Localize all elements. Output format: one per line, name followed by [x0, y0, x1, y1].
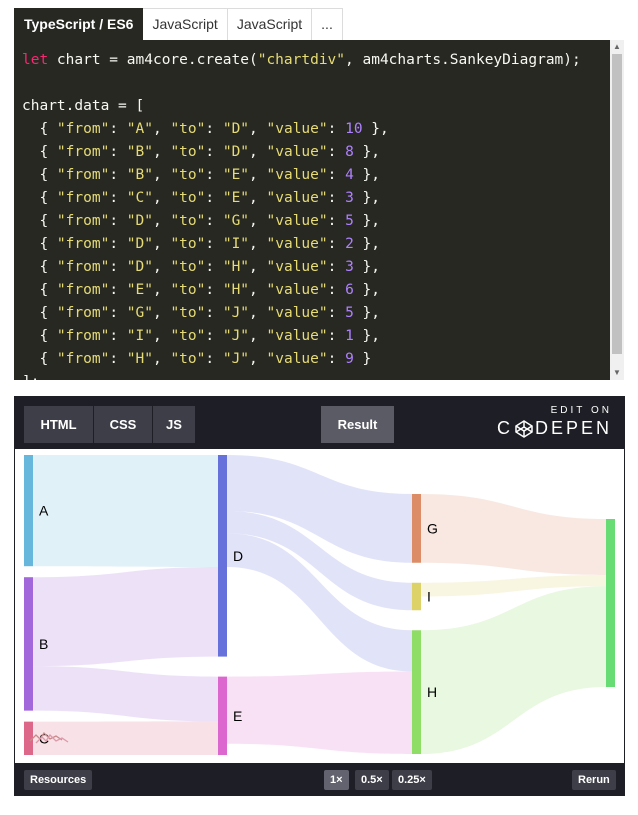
code-last-line: ]; [22, 374, 39, 380]
sankey-node-e[interactable] [218, 676, 227, 755]
sankey-link-b-e[interactable] [33, 666, 218, 722]
sankey-links [33, 455, 606, 755]
code-row: { "from": "D", "to": "I", "value": 2 }, [22, 236, 381, 252]
sankey-node-label-h: H [427, 684, 437, 700]
pen-footer: Resources 1× 0.5× 0.25× Rerun [15, 765, 624, 795]
zoom-1x-button[interactable]: 1× [324, 770, 349, 790]
code-row: { "from": "D", "to": "G", "value": 5 }, [22, 213, 381, 229]
scroll-up-icon[interactable]: ▲ [610, 40, 624, 54]
scroll-down-icon[interactable]: ▼ [610, 366, 624, 380]
pen-header: HTML CSS JS Result EDIT ON C DEPEN [15, 397, 624, 447]
code-line-1: let chart = am4core.create("chartdiv", a… [22, 52, 581, 68]
code-tab-bar: TypeScript / ES6 JavaScript JavaScript .… [14, 8, 343, 40]
edit-on-codepen-link[interactable]: EDIT ON C DEPEN [497, 405, 612, 439]
sankey-link-a-d[interactable] [33, 455, 218, 567]
sankey-node-label-g: G [427, 520, 438, 536]
code-row: { "from": "A", "to": "D", "value": 10 }, [22, 121, 389, 137]
sankey-link-e-h[interactable] [227, 671, 412, 755]
sankey-link-h-j[interactable] [421, 586, 606, 754]
codepen-embed: HTML CSS JS Result EDIT ON C DEPEN A B C … [14, 396, 625, 796]
sankey-node-d[interactable] [218, 455, 227, 657]
sankey-node-label-i: I [427, 589, 431, 605]
sankey-node-label-b: B [39, 636, 48, 652]
sankey-link-b-d[interactable] [33, 567, 218, 667]
code-block: let chart = am4core.create("chartdiv", a… [14, 40, 624, 380]
sankey-node-label-d: D [233, 548, 243, 564]
pen-tab-css[interactable]: CSS [94, 406, 152, 443]
sankey-node-label-e: E [233, 708, 242, 724]
edit-on-label: EDIT ON [550, 405, 612, 416]
pen-tab-result[interactable]: Result [321, 406, 394, 443]
code-row: { "from": "G", "to": "J", "value": 5 }, [22, 305, 381, 321]
codepen-logo: C DEPEN [497, 418, 612, 439]
code-rows: { "from": "A", "to": "D", "value": 10 },… [22, 121, 389, 367]
scroll-thumb[interactable] [612, 54, 622, 354]
tab-javascript-2[interactable]: JavaScript [227, 8, 313, 40]
code-text-segment: , am4charts.SankeyDiagram); [345, 52, 581, 68]
code-text-segment: chart = am4core.create( [48, 52, 258, 68]
sankey-link-g-j[interactable] [421, 494, 606, 575]
tab-typescript[interactable]: TypeScript / ES6 [14, 8, 144, 40]
code-string: "chartdiv" [257, 52, 346, 68]
rerun-button[interactable]: Rerun [572, 770, 616, 790]
sankey-node-j[interactable] [606, 519, 615, 687]
sankey-node-g[interactable] [412, 494, 421, 563]
code-row: { "from": "E", "to": "H", "value": 6 }, [22, 282, 381, 298]
codepen-cube-icon [515, 419, 533, 438]
code-row: { "from": "C", "to": "E", "value": 3 }, [22, 190, 381, 206]
tab-more[interactable]: ... [312, 8, 343, 40]
resources-button[interactable]: Resources [24, 770, 93, 790]
code-row: { "from": "I", "to": "J", "value": 1 }, [22, 328, 381, 344]
sankey-node-h[interactable] [412, 630, 421, 754]
zoom-025x-button[interactable]: 0.25× [392, 770, 432, 790]
code-scrollbar[interactable]: ▲ ▼ [610, 40, 624, 380]
sankey-node-i[interactable] [412, 582, 421, 611]
sankey-node-c[interactable] [24, 721, 33, 755]
code-text: let chart = am4core.create("chartdiv", a… [14, 40, 624, 380]
brand-right: DEPEN [534, 418, 612, 438]
code-row: { "from": "B", "to": "E", "value": 4 }, [22, 167, 381, 183]
result-area: ABCDEGIH [15, 449, 624, 763]
code-row: { "from": "H", "to": "J", "value": 9 } [22, 351, 372, 367]
pen-tab-js[interactable]: JS [153, 406, 195, 443]
code-row: { "from": "B", "to": "D", "value": 8 }, [22, 144, 381, 160]
code-row: { "from": "D", "to": "H", "value": 3 }, [22, 259, 381, 275]
sankey-node-a[interactable] [24, 455, 33, 567]
zoom-05x-button[interactable]: 0.5× [355, 770, 389, 790]
brand-left: C [496, 418, 513, 438]
code-line-3: chart.data = [ [22, 98, 145, 114]
keyword-let: let [22, 52, 49, 68]
sankey-chart: ABCDEGIH [24, 455, 615, 755]
tab-javascript[interactable]: JavaScript [143, 8, 228, 40]
pen-tab-html[interactable]: HTML [24, 406, 93, 443]
sankey-node-b[interactable] [24, 577, 33, 711]
sankey-node-label-a: A [39, 503, 49, 519]
